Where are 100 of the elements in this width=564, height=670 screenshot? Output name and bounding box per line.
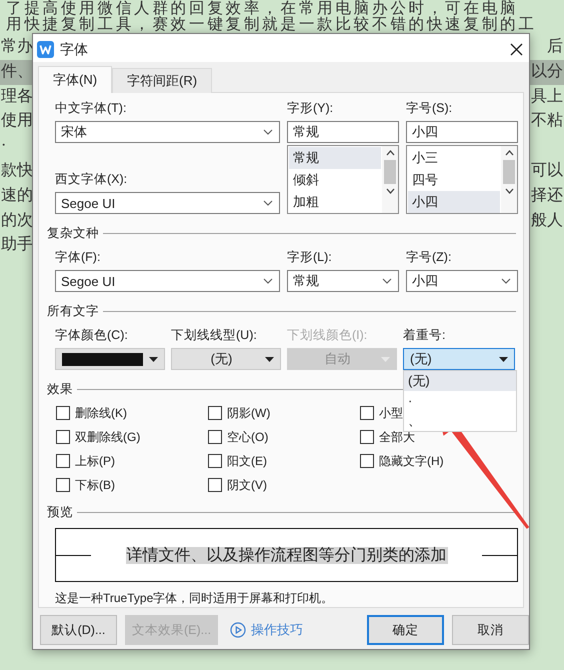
checkbox-label: 隐藏文字(H): [379, 452, 444, 470]
list-item[interactable]: 常规: [289, 147, 381, 169]
section-title: 预览: [47, 504, 73, 520]
chevron-down-icon: [386, 188, 394, 194]
scrollbar[interactable]: [382, 146, 398, 213]
checkbox-label: 阴影(W): [227, 404, 270, 422]
section-title: 所有文字: [47, 302, 99, 320]
checkbox-label: 全部大: [379, 428, 415, 446]
tips-link[interactable]: 操作技巧: [226, 621, 308, 639]
field-label: 字号(S):: [406, 101, 454, 115]
checkbox-label: 下标(B): [75, 476, 115, 494]
document-text: 常办: [0, 36, 34, 57]
document-text: 择还: [530, 186, 564, 206]
checkbox[interactable]: [56, 406, 70, 420]
checkbox-label: 删除线(K): [75, 404, 127, 422]
field-label: 字形(L):: [287, 250, 333, 264]
checkbox-label: 双删除线(G): [75, 428, 140, 446]
menu-item[interactable]: 、: [404, 411, 516, 431]
document-text: 理各: [0, 86, 34, 107]
section-title: 复杂文种: [47, 224, 99, 242]
checkbox-label: 小型: [379, 404, 403, 422]
chevron-up-icon: [386, 150, 394, 156]
dialog-button[interactable]: 默认(D)...: [40, 615, 117, 645]
checkbox-label: 阳文(E): [227, 452, 267, 470]
document-text: 使用: [0, 111, 34, 132]
app-logo-icon: [37, 41, 54, 58]
caret-down-icon: [499, 356, 508, 362]
checkbox-label: 阴文(V): [227, 476, 267, 494]
list-item[interactable]: 小四: [408, 191, 500, 213]
list-item[interactable]: 四号: [408, 169, 500, 191]
checkbox[interactable]: [208, 406, 222, 420]
checkbox-label: 空心(O): [227, 428, 268, 446]
chevron-down-icon: [263, 129, 273, 135]
close-icon[interactable]: [510, 43, 523, 56]
dropdown-field[interactable]: (无): [403, 348, 515, 370]
chevron-down-icon: [382, 278, 392, 284]
checkbox[interactable]: [208, 478, 222, 492]
document-text: 的次: [0, 210, 34, 231]
field-label: 字形(Y):: [287, 101, 334, 115]
checkbox[interactable]: [360, 406, 374, 420]
field-label: 下划线线型(U):: [171, 328, 258, 342]
document-text: 后: [546, 36, 564, 57]
document-text: 件、: [0, 60, 34, 85]
checkbox[interactable]: [360, 430, 374, 444]
chevron-down-icon: [263, 278, 273, 284]
document-text: 般人: [530, 210, 564, 231]
document-text: 助手: [0, 234, 34, 256]
list-item[interactable]: 小三: [408, 147, 500, 169]
menu-item[interactable]: ·: [404, 391, 516, 411]
chevron-down-icon: [501, 278, 511, 284]
checkbox[interactable]: [360, 454, 374, 468]
dropdown-field[interactable]: 常规: [287, 270, 399, 292]
dropdown-field[interactable]: 宋体: [55, 121, 280, 143]
checkbox[interactable]: [56, 430, 70, 444]
document-text: 了提高使用微信人群的回复效率，在常用电脑办公时，可在电脑: [6, 0, 518, 17]
window-title: 字体: [60, 40, 89, 58]
caret-down-icon: [265, 356, 274, 362]
checkbox[interactable]: [208, 454, 222, 468]
field-label: 字体颜色(C):: [55, 328, 129, 342]
tab[interactable]: 字体(N): [38, 66, 112, 93]
checkbox-label: 上标(P): [75, 452, 115, 470]
document-text: 用快捷复制工具，赛效一键复制就是一款比较不错的快速复制的工: [6, 16, 537, 33]
document-text: 以分: [530, 60, 564, 85]
document-text: 款快: [0, 160, 34, 181]
menu-item[interactable]: (无): [404, 371, 516, 391]
chevron-down-icon: [263, 200, 273, 206]
dropdown-field[interactable]: Segoe UI: [55, 270, 280, 292]
dropdown-field[interactable]: Segoe UI: [55, 192, 280, 214]
color-dropdown[interactable]: [55, 348, 165, 370]
caret-down-icon: [381, 356, 390, 362]
field-label: 字号(Z):: [406, 250, 452, 264]
dialog-button[interactable]: 取消: [452, 615, 529, 645]
chevron-down-icon: [504, 188, 514, 194]
field-label: 中文字体(T):: [55, 101, 128, 115]
document-text: 速的: [0, 186, 34, 206]
preview-text: 详情文件、以及操作流程图等分门别类的添加: [126, 546, 448, 564]
input-field[interactable]: 常规: [287, 121, 399, 143]
scrollbar[interactable]: [501, 146, 517, 213]
list-item[interactable]: 加粗: [289, 191, 381, 213]
checkbox[interactable]: [56, 478, 70, 492]
font-note: 这是一种TrueType字体，同时适用于屏幕和打印机。: [55, 590, 334, 607]
chevron-up-icon: [504, 150, 514, 156]
checkbox[interactable]: [208, 430, 222, 444]
field-label: 着重号:: [403, 328, 446, 342]
list-item[interactable]: 倾斜: [289, 169, 381, 191]
section-title: 效果: [47, 380, 73, 398]
play-icon: [230, 622, 246, 638]
document-text: 不粘: [530, 111, 564, 132]
document-text: 具上: [530, 86, 564, 107]
input-field[interactable]: 小四: [406, 121, 518, 143]
field-label: 字体(F):: [55, 250, 102, 264]
field-label: 下划线颜色(I):: [287, 328, 368, 342]
document-text: ·: [0, 136, 8, 156]
dropdown-field[interactable]: (无): [171, 348, 281, 370]
tab[interactable]: 字符间距(R): [112, 68, 212, 93]
caret-down-icon: [149, 356, 158, 362]
checkbox[interactable]: [56, 454, 70, 468]
dropdown-field[interactable]: 小四: [406, 270, 518, 292]
document-text: 可以: [530, 160, 564, 181]
dialog-button[interactable]: 确定: [367, 615, 444, 645]
